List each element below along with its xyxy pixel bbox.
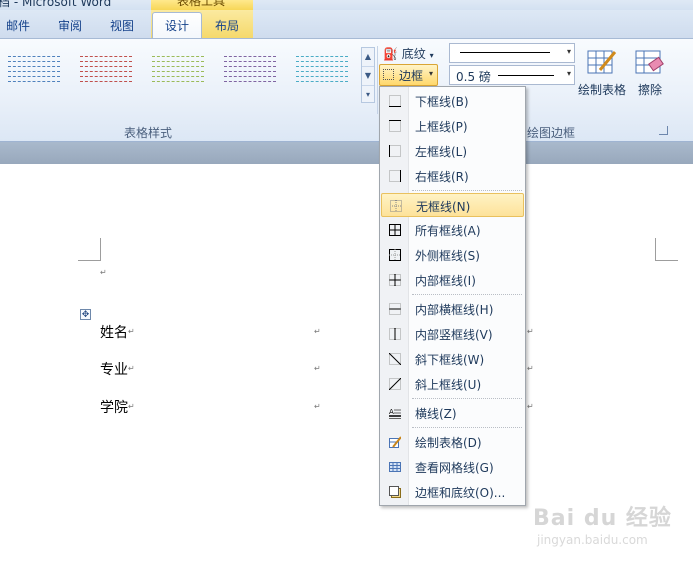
menu-separator <box>412 294 522 295</box>
menu-item-no-border[interactable]: 无框线(N) <box>381 193 524 217</box>
ribbon-tab-row <box>0 10 693 38</box>
no-border-icon <box>390 200 402 212</box>
gallery-scroll[interactable]: ▲ ▼ ▾ <box>361 47 375 103</box>
menu-item-inside-vertical[interactable]: 内部竖框线(V) <box>381 322 524 346</box>
eraser-button[interactable]: 擦除 <box>634 46 666 98</box>
menu-item-view-gridlines[interactable]: 查看网格线(G) <box>381 455 524 479</box>
outside-borders-icon <box>389 249 401 261</box>
menu-item-outside-borders[interactable]: 外侧框线(S) <box>381 243 524 267</box>
chevron-down-icon: ▾ <box>566 47 571 56</box>
cell-end-mark: ↵ <box>314 327 321 336</box>
paragraph-mark: ↵ <box>100 268 107 277</box>
right-border-icon <box>389 170 401 182</box>
menu-item-inside-borders[interactable]: 内部框线(I) <box>381 268 524 292</box>
gallery-more-icon[interactable]: ▾ <box>362 86 374 104</box>
cell-end-mark: ↵ <box>527 364 534 373</box>
cell-end-mark: ↵ <box>314 364 321 373</box>
table-cell-label[interactable]: 学院 <box>100 397 128 417</box>
table-tools-context-label: 表格工具 <box>151 0 253 10</box>
menu-item-borders-and-shading[interactable]: 边框和底纹(O)... <box>381 480 524 504</box>
menu-item-bottom-border[interactable]: 下框线(B) <box>381 89 524 113</box>
diagonal-down-border-icon <box>389 353 401 365</box>
menu-item-top-border[interactable]: 上框线(P) <box>381 114 524 138</box>
menu-item-diagonal-down[interactable]: 斜下框线(W) <box>381 347 524 371</box>
pen-style-select[interactable]: ▾ <box>449 43 575 63</box>
menu-separator <box>412 398 522 399</box>
table-styles-group-label: 表格样式 <box>124 126 173 140</box>
all-borders-icon <box>389 224 401 236</box>
chevron-down-icon: ▾ <box>429 69 434 78</box>
menu-item-left-border[interactable]: 左框线(L) <box>381 139 524 163</box>
menu-item-horizontal-line[interactable]: A 横线(Z) <box>381 401 524 425</box>
gallery-down-icon[interactable]: ▼ <box>362 67 374 86</box>
table-style-blue[interactable] <box>6 52 62 96</box>
borders-dropdown-menu: 下框线(B) 上框线(P) 左框线(L) 右框线(R) 无框线(N) 所有框线(… <box>379 86 526 506</box>
table-cell-label[interactable]: 专业 <box>100 359 128 379</box>
gallery-up-icon[interactable]: ▲ <box>362 48 374 67</box>
inside-vertical-border-icon <box>389 328 401 340</box>
paragraph-mark: ↵ <box>128 364 135 373</box>
bottom-border-icon <box>389 95 401 107</box>
table-move-handle-icon[interactable]: ✥ <box>80 309 91 320</box>
eraser-icon <box>635 50 664 74</box>
tab-mailings[interactable]: 邮件 <box>6 17 30 34</box>
table-style-aqua[interactable] <box>294 52 350 96</box>
top-border-icon <box>389 120 401 132</box>
baidu-watermark: Bai du 经验 <box>533 506 672 531</box>
svg-text:A: A <box>389 408 394 416</box>
menu-item-diagonal-up[interactable]: 斜上框线(U) <box>381 372 524 396</box>
table-style-red[interactable] <box>78 52 134 96</box>
horizontal-line-icon: A <box>389 408 401 419</box>
borders-button[interactable]: 边框 ▾ <box>379 64 438 86</box>
draw-borders-group-label: 绘图边框 <box>527 126 576 140</box>
chevron-down-icon: ▾ <box>566 69 571 78</box>
chevron-down-icon: ▾ <box>429 51 434 60</box>
tab-design[interactable]: 设计 <box>152 12 202 39</box>
diagonal-up-border-icon <box>389 378 401 390</box>
border-icon <box>383 69 394 80</box>
table-style-purple[interactable] <box>222 52 278 96</box>
menu-item-inside-horizontal[interactable]: 内部横框线(H) <box>381 297 524 321</box>
borders-shading-icon <box>389 486 401 498</box>
draw-table-icon <box>389 436 401 448</box>
draw-table-button[interactable]: 绘制表格 <box>578 46 626 98</box>
margin-corner-mark <box>655 238 678 261</box>
pen-weight-select[interactable]: 0.5 磅 ▾ <box>449 65 575 85</box>
cell-end-mark: ↵ <box>527 327 534 336</box>
cell-end-mark: ↵ <box>527 402 534 411</box>
title-bar: 档 - Microsoft Word <box>0 0 693 10</box>
baidu-watermark-url: jingyan.baidu.com <box>537 533 648 547</box>
menu-item-right-border[interactable]: 右框线(R) <box>381 164 524 188</box>
table-style-green[interactable] <box>150 52 206 96</box>
cell-end-mark: ↵ <box>314 402 321 411</box>
tab-view[interactable]: 视图 <box>110 17 134 34</box>
view-gridlines-icon <box>389 462 401 472</box>
shading-button[interactable]: ⛽ 底纹 ▾ <box>383 45 434 62</box>
dialog-launcher-icon[interactable] <box>659 126 668 135</box>
paint-bucket-icon: ⛽ <box>383 47 398 61</box>
table-cell-label[interactable]: 姓名 <box>100 322 128 342</box>
paragraph-mark: ↵ <box>128 402 135 411</box>
draw-table-icon <box>587 50 617 74</box>
menu-item-draw-table[interactable]: 绘制表格(D) <box>381 430 524 454</box>
paragraph-mark: ↵ <box>128 327 135 336</box>
menu-separator <box>412 427 522 428</box>
group-separator <box>377 46 378 114</box>
inside-horizontal-border-icon <box>389 303 401 315</box>
window-title: 档 - Microsoft Word <box>0 0 112 9</box>
menu-separator <box>412 190 522 191</box>
margin-corner-mark <box>78 238 101 261</box>
ruler-gap <box>0 142 693 164</box>
left-border-icon <box>389 145 401 157</box>
inside-borders-icon <box>389 274 401 286</box>
tab-review[interactable]: 审阅 <box>58 17 82 34</box>
tab-layout[interactable]: 布局 <box>215 17 239 34</box>
menu-item-all-borders[interactable]: 所有框线(A) <box>381 218 524 242</box>
